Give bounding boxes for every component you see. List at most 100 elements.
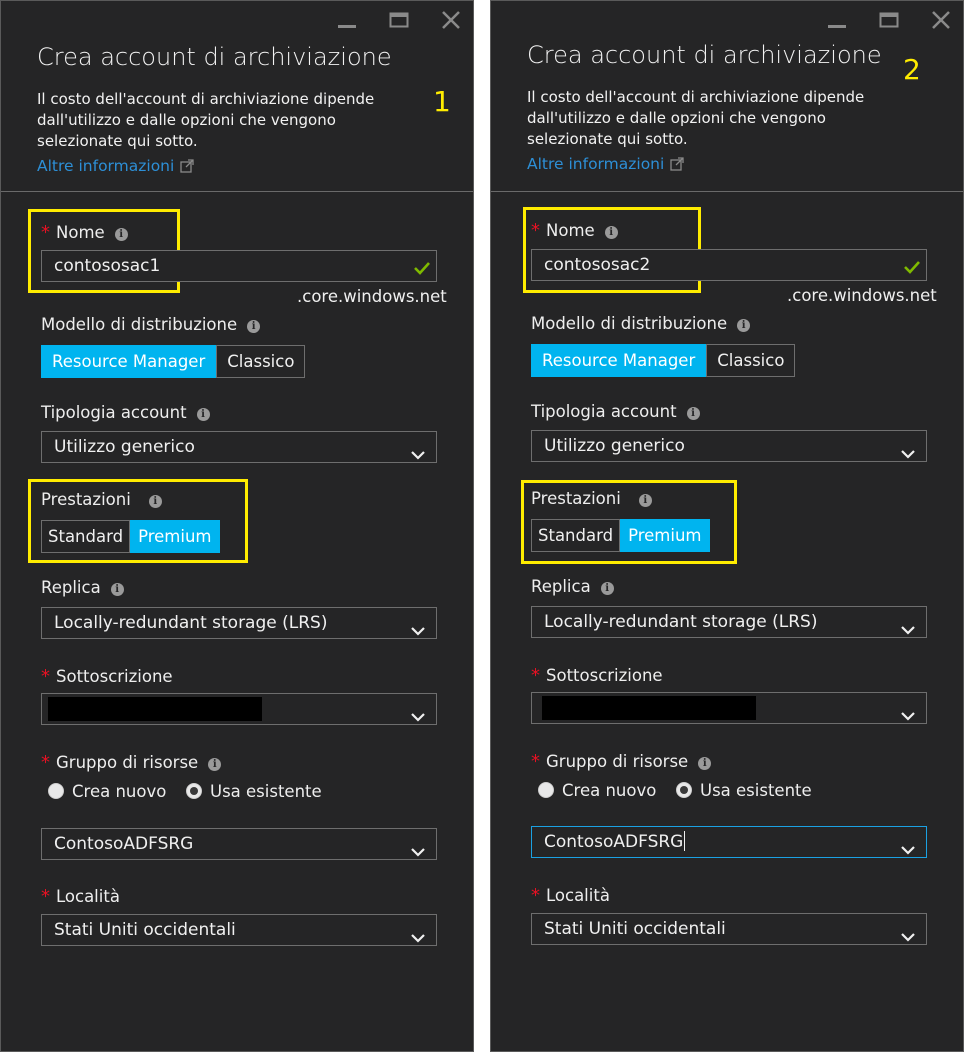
deployment-option-classico[interactable]: Classico bbox=[706, 344, 796, 377]
chevron-down-icon[interactable] bbox=[410, 441, 426, 471]
text-caret bbox=[684, 831, 686, 851]
info-icon[interactable]: i bbox=[247, 320, 261, 333]
required-mark: * bbox=[41, 886, 50, 907]
deployment-option-classico[interactable]: Classico bbox=[216, 345, 306, 378]
info-icon[interactable]: i bbox=[737, 319, 751, 332]
performance-option-premium[interactable]: Premium bbox=[130, 520, 220, 553]
info-icon[interactable]: i bbox=[196, 408, 210, 421]
performance-label-text: Prestazioni bbox=[41, 490, 131, 509]
name-input-value[interactable]: contososac2 bbox=[544, 255, 650, 275]
deployment-toggle: Resource Manager Classico bbox=[531, 344, 796, 377]
maximize-icon[interactable] bbox=[387, 9, 411, 31]
info-icon[interactable]: i bbox=[600, 582, 614, 595]
performance-label-text: Prestazioni bbox=[531, 489, 621, 508]
close-icon[interactable] bbox=[439, 9, 463, 31]
close-icon[interactable] bbox=[929, 9, 953, 31]
name-input[interactable]: contososac2 bbox=[531, 249, 927, 281]
resource-group-dropdown[interactable]: ContosoADFSRG bbox=[41, 828, 437, 860]
chevron-down-icon[interactable] bbox=[410, 703, 426, 733]
chevron-down-icon[interactable] bbox=[900, 616, 916, 646]
account-kind-dropdown[interactable]: Utilizzo generico bbox=[531, 430, 927, 462]
location-dropdown[interactable]: Stati Uniti occidentali bbox=[531, 913, 927, 945]
performance-label: Prestazioni i bbox=[531, 489, 652, 508]
replication-label-text: Replica bbox=[41, 578, 101, 597]
subscription-label: * Sottoscrizione bbox=[41, 666, 173, 687]
deployment-label-text: Modello di distribuzione bbox=[41, 315, 238, 334]
performance-option-premium[interactable]: Premium bbox=[620, 519, 710, 552]
replication-dropdown[interactable]: Locally-redundant storage (LRS) bbox=[531, 606, 927, 638]
rg-option-new-label[interactable]: Crea nuovo bbox=[72, 782, 166, 801]
chevron-down-icon[interactable] bbox=[410, 838, 426, 868]
location-value[interactable]: Stati Uniti occidentali bbox=[54, 920, 236, 940]
replication-value[interactable]: Locally-redundant storage (LRS) bbox=[544, 612, 817, 632]
name-input[interactable]: contososac1 bbox=[41, 250, 437, 282]
required-mark: * bbox=[531, 751, 540, 772]
resource-group-label-text: Gruppo di risorse bbox=[56, 753, 199, 772]
performance-option-standard[interactable]: Standard bbox=[531, 519, 621, 552]
rg-option-new[interactable]: Crea nuovo bbox=[48, 782, 166, 801]
header-divider bbox=[1, 191, 473, 192]
info-icon[interactable]: i bbox=[114, 228, 128, 241]
info-icon[interactable]: i bbox=[638, 494, 652, 507]
info-icon[interactable]: i bbox=[148, 495, 162, 508]
resource-group-value[interactable]: ContosoADFSRG bbox=[544, 832, 683, 852]
check-icon bbox=[412, 257, 432, 287]
required-mark: * bbox=[531, 885, 540, 906]
info-icon[interactable]: i bbox=[698, 757, 712, 770]
location-label: * Località bbox=[531, 885, 610, 906]
replication-value[interactable]: Locally-redundant storage (LRS) bbox=[54, 613, 327, 633]
external-link-icon bbox=[180, 159, 194, 177]
account-kind-label: Tipologia account i bbox=[41, 403, 210, 422]
location-dropdown[interactable]: Stati Uniti occidentali bbox=[41, 914, 437, 946]
redacted-subscription-value bbox=[48, 697, 262, 721]
rg-option-existing[interactable]: Usa esistente bbox=[676, 781, 812, 800]
rg-option-new-label[interactable]: Crea nuovo bbox=[562, 781, 656, 800]
radio-icon[interactable] bbox=[676, 782, 692, 798]
chevron-down-icon[interactable] bbox=[900, 923, 916, 953]
rg-option-new[interactable]: Crea nuovo bbox=[538, 781, 656, 800]
info-icon[interactable]: i bbox=[208, 758, 222, 771]
resource-group-label: * Gruppo di risorse i bbox=[531, 751, 712, 772]
minimize-icon[interactable] bbox=[825, 9, 849, 31]
chevron-down-icon[interactable] bbox=[410, 924, 426, 954]
blade-title: Crea account di archiviazione bbox=[527, 41, 882, 69]
info-icon[interactable]: i bbox=[686, 407, 700, 420]
deployment-option-resource-manager[interactable]: Resource Manager bbox=[41, 345, 217, 378]
chevron-down-icon[interactable] bbox=[410, 617, 426, 647]
resource-group-dropdown[interactable]: ContosoADFSRG bbox=[531, 826, 927, 858]
rg-option-existing-label[interactable]: Usa esistente bbox=[700, 781, 812, 800]
maximize-icon[interactable] bbox=[877, 9, 901, 31]
chevron-down-icon[interactable] bbox=[900, 836, 916, 866]
replication-dropdown[interactable]: Locally-redundant storage (LRS) bbox=[41, 607, 437, 639]
location-value[interactable]: Stati Uniti occidentali bbox=[544, 919, 726, 939]
account-kind-value[interactable]: Utilizzo generico bbox=[544, 436, 685, 456]
radio-icon[interactable] bbox=[186, 783, 202, 799]
chevron-down-icon[interactable] bbox=[900, 440, 916, 470]
header-divider bbox=[491, 191, 963, 192]
check-icon bbox=[902, 256, 922, 286]
name-label-text: Nome bbox=[56, 223, 105, 242]
rg-option-existing[interactable]: Usa esistente bbox=[186, 782, 322, 801]
resource-group-value[interactable]: ContosoADFSRG bbox=[54, 834, 193, 854]
more-info-link[interactable]: Altre informazioni bbox=[527, 155, 684, 175]
radio-icon[interactable] bbox=[538, 782, 554, 798]
account-kind-value[interactable]: Utilizzo generico bbox=[54, 437, 195, 457]
account-kind-dropdown[interactable]: Utilizzo generico bbox=[41, 431, 437, 463]
info-icon[interactable]: i bbox=[604, 226, 618, 239]
performance-option-standard[interactable]: Standard bbox=[41, 520, 131, 553]
chevron-down-icon[interactable] bbox=[900, 702, 916, 732]
more-info-link[interactable]: Altre informazioni bbox=[37, 157, 194, 177]
name-input-value[interactable]: contososac1 bbox=[54, 256, 160, 276]
blade-title: Crea account di archiviazione bbox=[37, 43, 392, 71]
info-icon[interactable]: i bbox=[110, 583, 124, 596]
more-info-label[interactable]: Altre informazioni bbox=[527, 155, 664, 173]
subscription-dropdown[interactable] bbox=[41, 693, 437, 725]
radio-icon[interactable] bbox=[48, 783, 64, 799]
more-info-label[interactable]: Altre informazioni bbox=[37, 157, 174, 175]
deployment-option-resource-manager[interactable]: Resource Manager bbox=[531, 344, 707, 377]
required-mark: * bbox=[41, 666, 50, 687]
performance-toggle: Standard Premium bbox=[41, 520, 220, 553]
rg-option-existing-label[interactable]: Usa esistente bbox=[210, 782, 322, 801]
minimize-icon[interactable] bbox=[335, 9, 359, 31]
subscription-dropdown[interactable] bbox=[531, 692, 927, 724]
